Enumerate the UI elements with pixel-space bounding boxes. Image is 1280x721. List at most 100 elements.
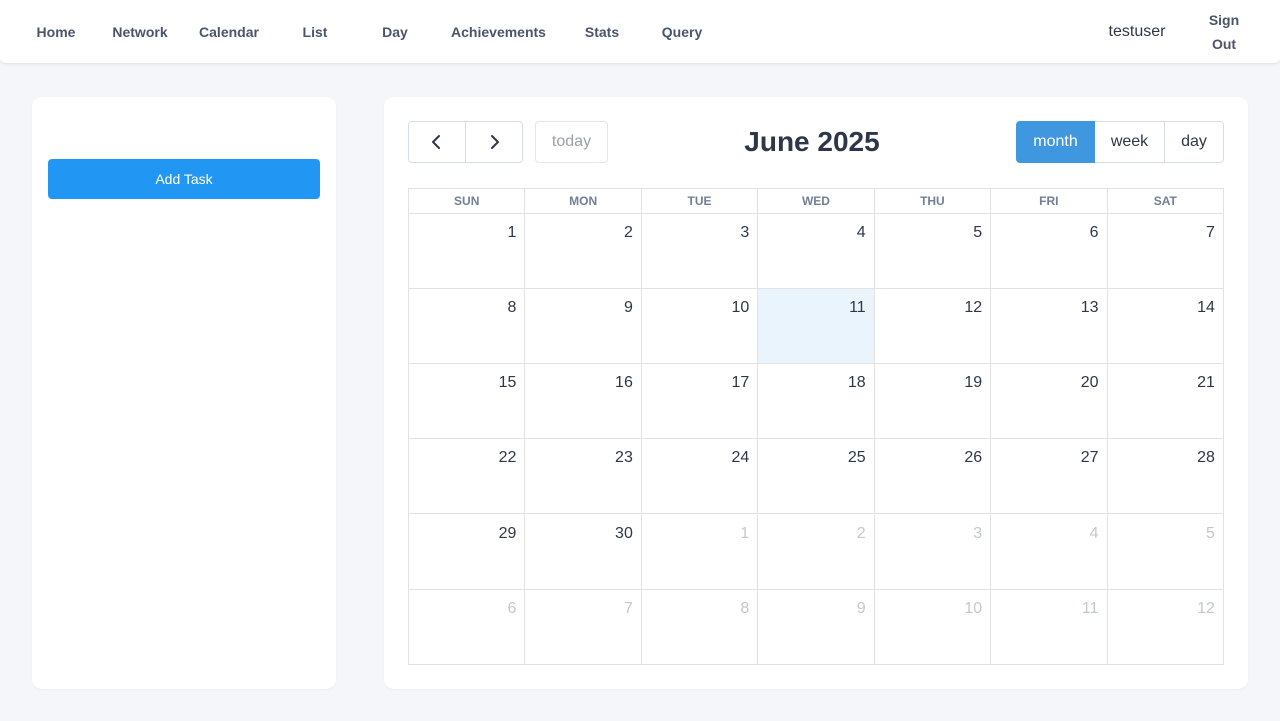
- day-number: 17: [731, 374, 750, 391]
- day-cell-other-month[interactable]: 10: [873, 590, 990, 665]
- sidebar-panel: Add Task: [32, 97, 336, 689]
- day-cell-other-month[interactable]: 7: [524, 590, 640, 665]
- day-cell[interactable]: 12: [873, 289, 990, 363]
- day-cell[interactable]: 14: [1106, 289, 1223, 363]
- day-number: 25: [847, 449, 866, 466]
- day-cell[interactable]: 20: [990, 364, 1106, 438]
- week-row: 22 23 24 25 26 27 28: [409, 439, 1223, 514]
- week-view-button[interactable]: week: [1095, 121, 1165, 163]
- weekday-sun: SUN: [454, 194, 480, 208]
- sign-out-link[interactable]: Sign Out: [1196, 8, 1252, 56]
- day-cell[interactable]: 9: [524, 289, 640, 363]
- view-switcher: month week day: [1016, 121, 1224, 163]
- day-cell[interactable]: 23: [524, 439, 640, 513]
- day-cell[interactable]: 15: [409, 364, 524, 438]
- day-number: 26: [964, 449, 983, 466]
- nav-calendar[interactable]: Calendar: [190, 0, 268, 64]
- weekday-wed: WED: [757, 189, 873, 213]
- day-cell[interactable]: 24: [640, 439, 757, 513]
- day-cell[interactable]: 2: [524, 214, 640, 288]
- day-cell[interactable]: 6: [990, 214, 1106, 288]
- nav-stats[interactable]: Stats: [572, 0, 632, 64]
- weekday-mon: MON: [524, 189, 640, 213]
- day-number: 21: [1197, 374, 1215, 391]
- day-cell-other-month[interactable]: 11: [990, 590, 1106, 665]
- day-cell-other-month[interactable]: 12: [1106, 590, 1223, 665]
- nav-network[interactable]: Network: [104, 0, 176, 64]
- day-cell[interactable]: 8: [409, 289, 524, 363]
- day-number: 2: [856, 525, 866, 542]
- weekday-tue: TUE: [640, 189, 757, 213]
- day-view-button[interactable]: day: [1165, 121, 1224, 163]
- username-label: testuser: [1108, 23, 1166, 40]
- day-cell[interactable]: 10: [640, 289, 757, 363]
- day-cell-other-month[interactable]: 1: [640, 515, 757, 589]
- day-number: 12: [1197, 600, 1215, 617]
- day-cell[interactable]: 5: [873, 214, 990, 288]
- day-cell-other-month[interactable]: 6: [409, 590, 524, 665]
- day-cell-today[interactable]: 11: [757, 289, 874, 363]
- month-view-button[interactable]: month: [1016, 121, 1095, 163]
- day-cell[interactable]: 19: [873, 364, 990, 438]
- day-cell-other-month[interactable]: 2: [757, 515, 873, 589]
- day-number: 18: [847, 374, 866, 391]
- day-cell[interactable]: 30: [524, 515, 640, 589]
- day-cell[interactable]: 29: [409, 515, 524, 589]
- day-cell[interactable]: 28: [1106, 439, 1223, 513]
- day-number: 15: [498, 374, 517, 391]
- calendar-title: June 2025: [744, 126, 880, 157]
- day-number: 28: [1197, 449, 1215, 466]
- day-cell[interactable]: 3: [640, 214, 757, 288]
- day-number: 7: [1206, 224, 1215, 241]
- day-cell[interactable]: 7: [1106, 214, 1223, 288]
- day-cell[interactable]: 4: [757, 214, 873, 288]
- day-number: 1: [507, 224, 517, 241]
- day-cell-other-month[interactable]: 5: [1106, 515, 1223, 589]
- day-number: 6: [1089, 224, 1099, 241]
- week-row: 8 9 10 11 12 13 14: [409, 289, 1223, 364]
- today-button[interactable]: today: [535, 121, 608, 163]
- prev-month-button[interactable]: [408, 121, 466, 163]
- day-cell[interactable]: 13: [990, 289, 1106, 363]
- day-number: 4: [1089, 525, 1099, 542]
- day-cell[interactable]: 17: [640, 364, 757, 438]
- nav-achievements[interactable]: Achievements: [442, 0, 555, 64]
- calendar-panel: today June 2025 month week day SUN MON T…: [384, 97, 1248, 689]
- day-cell[interactable]: 16: [524, 364, 640, 438]
- day-cell[interactable]: 18: [757, 364, 873, 438]
- day-cell-other-month[interactable]: 4: [990, 515, 1106, 589]
- day-number: 12: [964, 299, 983, 316]
- day-cell[interactable]: 1: [409, 214, 524, 288]
- day-number: 8: [507, 299, 517, 316]
- day-number: 13: [1080, 299, 1099, 316]
- day-number: 3: [740, 224, 750, 241]
- day-number: 10: [731, 299, 750, 316]
- week-row: 15 16 17 18 19 20 21: [409, 364, 1223, 439]
- day-number: 24: [731, 449, 750, 466]
- chevron-right-icon: [491, 135, 499, 149]
- nav-day[interactable]: Day: [365, 0, 425, 64]
- nav-list[interactable]: List: [285, 0, 345, 64]
- next-month-button[interactable]: [466, 121, 523, 163]
- day-cell-other-month[interactable]: 9: [757, 590, 873, 665]
- prev-next-group: [408, 121, 523, 163]
- chevron-left-icon: [432, 135, 440, 149]
- day-cell-other-month[interactable]: 3: [873, 515, 990, 589]
- day-cell[interactable]: 26: [873, 439, 990, 513]
- day-cell[interactable]: 22: [409, 439, 524, 513]
- day-cell[interactable]: 25: [757, 439, 873, 513]
- nav-home[interactable]: Home: [20, 0, 92, 64]
- day-number: 8: [740, 600, 750, 617]
- nav-query[interactable]: Query: [652, 0, 712, 64]
- day-number: 9: [623, 299, 633, 316]
- day-number: 29: [498, 525, 517, 542]
- day-cell[interactable]: 27: [990, 439, 1106, 513]
- day-number: 19: [964, 374, 983, 391]
- day-cell-other-month[interactable]: 8: [640, 590, 757, 665]
- day-number: 11: [1081, 600, 1099, 617]
- day-number: 11: [849, 299, 866, 316]
- day-cell[interactable]: 21: [1106, 364, 1223, 438]
- day-number: 10: [964, 600, 983, 617]
- day-number: 5: [973, 224, 983, 241]
- add-task-button[interactable]: Add Task: [48, 159, 320, 199]
